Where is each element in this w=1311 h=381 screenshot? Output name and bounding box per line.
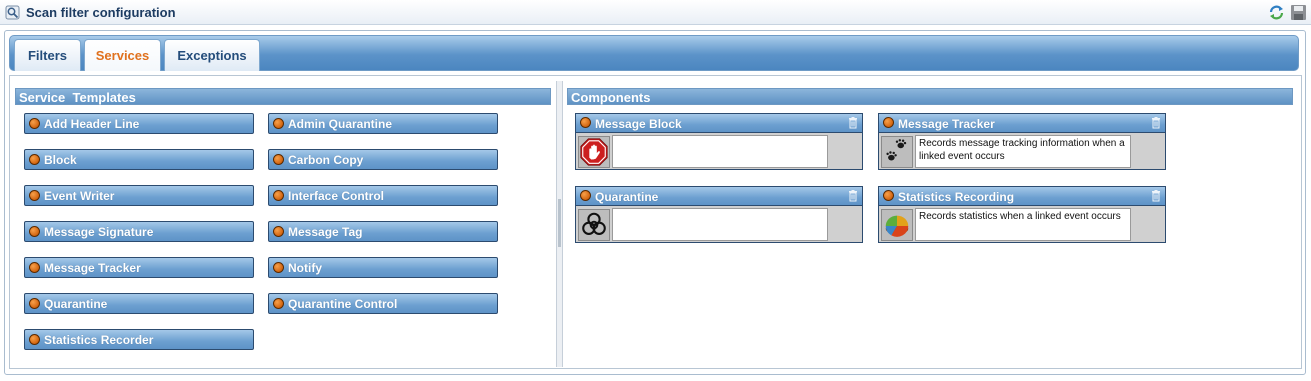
template-label: Quarantine: [44, 297, 108, 311]
template-label: Notify: [288, 261, 322, 275]
biohazard-icon: [578, 209, 610, 241]
status-dot-icon: [273, 262, 284, 273]
window-title: Scan filter configuration: [26, 5, 176, 20]
status-dot-icon: [883, 190, 894, 201]
component-description[interactable]: [612, 135, 828, 168]
template-add-header-line[interactable]: Add Header Line: [24, 113, 254, 134]
status-dot-icon: [273, 190, 284, 201]
trash-icon[interactable]: [1151, 117, 1161, 129]
component-header[interactable]: Message Block: [576, 114, 862, 133]
component-description[interactable]: Records statistics when a linked event o…: [915, 208, 1131, 241]
template-quarantine[interactable]: Quarantine: [24, 293, 254, 314]
template-label: Message Tracker: [44, 261, 141, 275]
template-label: Message Signature: [44, 225, 154, 239]
status-dot-icon: [29, 298, 40, 309]
template-admin-quarantine[interactable]: Admin Quarantine: [268, 113, 498, 134]
template-statistics-recorder[interactable]: Statistics Recorder: [24, 329, 254, 350]
tab-filters[interactable]: Filters: [14, 39, 81, 71]
component-title: Message Block: [595, 117, 682, 131]
component-message-tracker[interactable]: Message Tracker Records message tracking…: [878, 113, 1166, 170]
status-dot-icon: [580, 117, 591, 128]
template-interface-control[interactable]: Interface Control: [268, 185, 498, 206]
template-event-writer[interactable]: Event Writer: [24, 185, 254, 206]
template-message-signature[interactable]: Message Signature: [24, 221, 254, 242]
status-dot-icon: [273, 298, 284, 309]
component-message-block[interactable]: Message Block: [575, 113, 863, 170]
template-message-tracker[interactable]: Message Tracker: [24, 257, 254, 278]
status-dot-icon: [29, 118, 40, 129]
status-dot-icon: [273, 154, 284, 165]
component-description[interactable]: [612, 208, 828, 241]
status-dot-icon: [29, 154, 40, 165]
component-header[interactable]: Statistics Recording: [879, 187, 1165, 206]
paw-prints-icon: [881, 136, 913, 168]
stop-hand-icon: [578, 136, 610, 168]
tab-services[interactable]: Services: [84, 39, 161, 71]
scan-filter-icon: [5, 5, 20, 20]
template-label: Admin Quarantine: [288, 117, 393, 131]
trash-icon[interactable]: [848, 117, 858, 129]
save-icon[interactable]: [1290, 4, 1307, 21]
component-header[interactable]: Quarantine: [576, 187, 862, 206]
template-label: Statistics Recorder: [44, 333, 154, 347]
component-description[interactable]: Records message tracking information whe…: [915, 135, 1131, 168]
status-dot-icon: [273, 226, 284, 237]
status-dot-icon: [29, 226, 40, 237]
status-dot-icon: [580, 190, 591, 201]
template-label: Message Tag: [288, 225, 363, 239]
status-dot-icon: [29, 334, 40, 345]
pane-splitter[interactable]: [556, 81, 563, 367]
template-message-tag[interactable]: Message Tag: [268, 221, 498, 242]
trash-icon[interactable]: [1151, 190, 1161, 202]
pie-chart-icon: [881, 209, 913, 241]
splitter-grip[interactable]: [558, 199, 561, 247]
service-templates-pane: Service Templates Add Header Line Admin …: [11, 81, 556, 367]
component-header[interactable]: Message Tracker: [879, 114, 1165, 133]
tab-bar: Filters Services Exceptions: [9, 35, 1299, 71]
component-title: Message Tracker: [898, 117, 995, 131]
template-quarantine-control[interactable]: Quarantine Control: [268, 293, 498, 314]
service-templates-header: Service Templates: [15, 88, 551, 105]
template-label: Add Header Line: [44, 117, 140, 131]
components-pane: Components Message Block Message Tracker…: [563, 81, 1301, 367]
template-label: Event Writer: [44, 189, 115, 203]
template-label: Quarantine Control: [288, 297, 398, 311]
refresh-icon[interactable]: [1268, 4, 1285, 21]
template-block[interactable]: Block: [24, 149, 254, 170]
template-label: Interface Control: [288, 189, 385, 203]
component-statistics-recording[interactable]: Statistics Recording Records statistics …: [878, 186, 1166, 243]
trash-icon[interactable]: [848, 190, 858, 202]
template-label: Carbon Copy: [288, 153, 364, 167]
template-carbon-copy[interactable]: Carbon Copy: [268, 149, 498, 170]
component-quarantine[interactable]: Quarantine: [575, 186, 863, 243]
component-title: Statistics Recording: [898, 190, 1015, 204]
status-dot-icon: [29, 262, 40, 273]
status-dot-icon: [883, 117, 894, 128]
template-notify[interactable]: Notify: [268, 257, 498, 278]
components-header: Components: [567, 88, 1293, 105]
title-bar: Scan filter configuration: [0, 0, 1311, 25]
component-title: Quarantine: [595, 190, 659, 204]
status-dot-icon: [29, 190, 40, 201]
tab-exceptions[interactable]: Exceptions: [164, 39, 260, 71]
template-label: Block: [44, 153, 77, 167]
status-dot-icon: [273, 118, 284, 129]
